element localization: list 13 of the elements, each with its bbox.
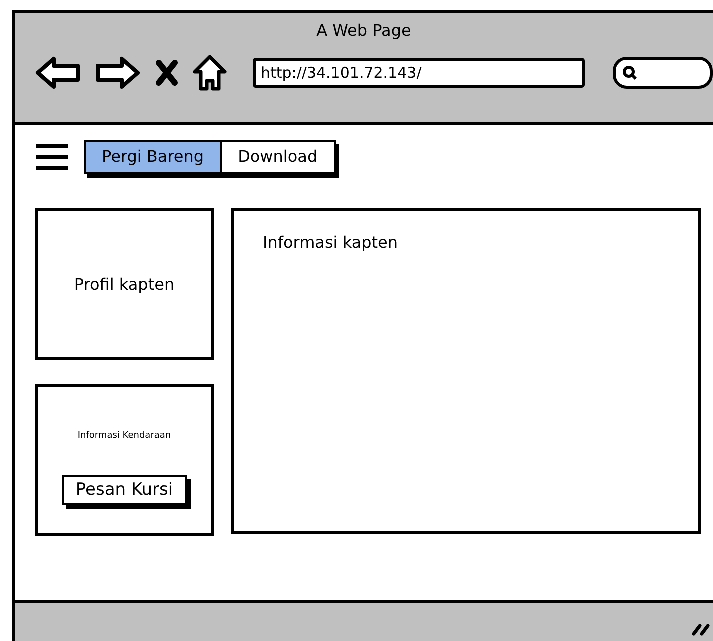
window-title: A Web Page	[316, 20, 412, 42]
address-field[interactable]: http://34.101.72.143/	[253, 58, 586, 88]
menu-icon[interactable]	[35, 142, 69, 172]
home-icon[interactable]	[193, 55, 227, 91]
panel-label: Informasi kapten	[263, 233, 398, 252]
panel-label: Informasi Kendaraan	[78, 431, 172, 441]
search-field[interactable]	[613, 57, 713, 89]
back-icon[interactable]	[35, 56, 81, 90]
forward-icon[interactable]	[95, 56, 141, 90]
close-icon[interactable]	[155, 60, 179, 86]
tab[interactable]: Pergi Bareng	[86, 142, 220, 172]
search-icon	[622, 65, 638, 81]
panel-label: Profil kapten	[74, 274, 175, 294]
